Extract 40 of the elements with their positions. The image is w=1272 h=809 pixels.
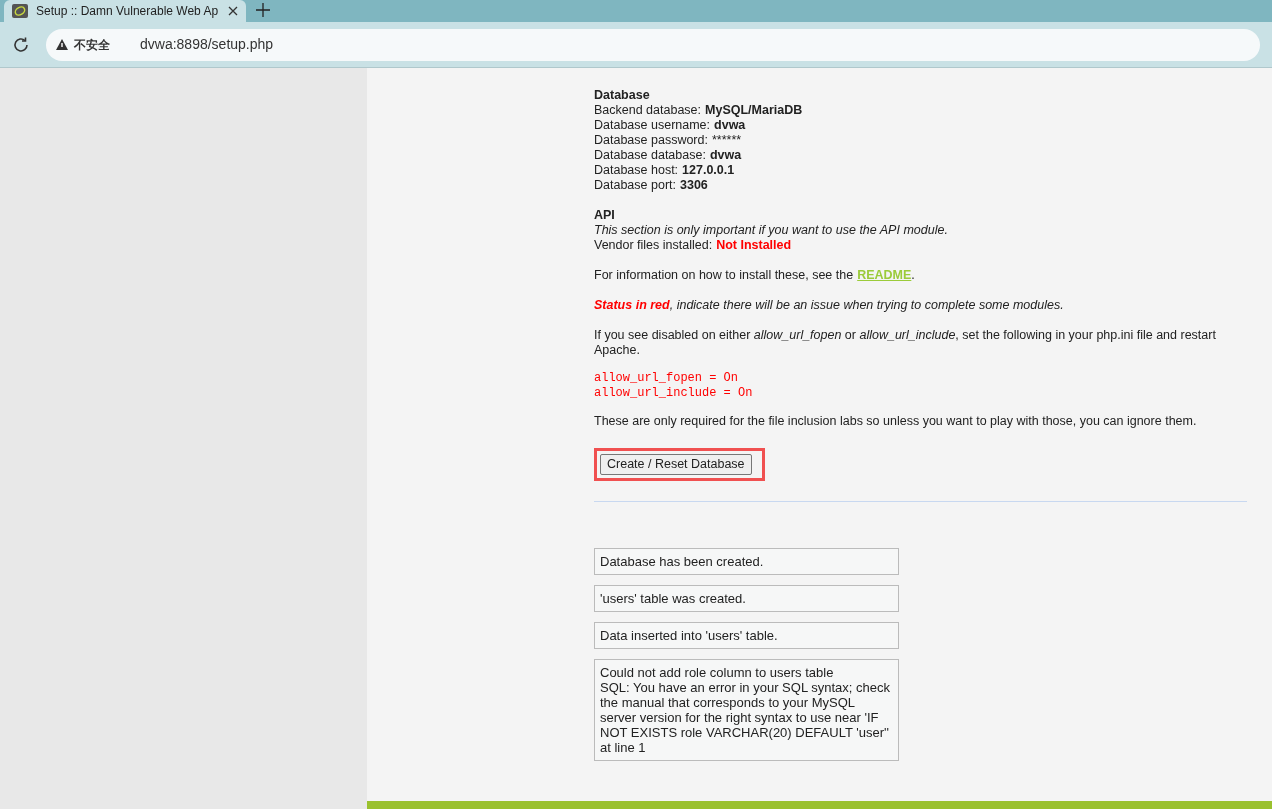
- address-field[interactable]: 不安全 dvwa:8898/setup.php: [46, 28, 1260, 61]
- database-heading: Database: [594, 88, 651, 103]
- security-label: 不安全: [74, 36, 111, 54]
- detail-label: Database host:: [594, 163, 679, 178]
- status-note: , indicate there will be an issue when trying to complete some modules.: [669, 298, 1064, 313]
- detail-label: Database port:: [594, 178, 676, 193]
- api-note: This section is only important if you want to use the API module.: [594, 223, 949, 238]
- browser-tab[interactable]: Setup :: Damn Vulnerable Web Ap: [4, 0, 246, 22]
- config-code: allow_url_fopen = On allow_url_include = On: [594, 371, 754, 401]
- vendor-status: Not Installed: [716, 238, 792, 253]
- detail-value: 3306: [680, 178, 708, 193]
- reload-icon[interactable]: [12, 35, 30, 54]
- detail-value: dvwa: [709, 148, 742, 163]
- detail-value: ******: [711, 133, 742, 148]
- message-text: SQL: You have an error in your SQL syntax; check the manual that corresponds to your MySQL server version for the right syntax to use near 'IF NOT EXISTS role VARCHAR(20) DEFAULT 'user'' at line 1: [600, 680, 891, 755]
- warning-icon: [56, 39, 68, 50]
- readme-text: For information on how to install these, see the: [594, 268, 854, 283]
- detail-label: Database username:: [594, 118, 711, 133]
- detail-label: Backend database:: [594, 103, 702, 118]
- message-text: Data inserted into 'users' table.: [600, 628, 779, 643]
- create-reset-database-button[interactable]: Create / Reset Database: [600, 454, 752, 475]
- vendor-label: Vendor files installed:: [594, 238, 713, 253]
- readme-period: .: [911, 268, 915, 283]
- inclusion-note: These are only required for the file inclusion labs so unless you want to play with those, you can ignore them.: [594, 414, 1198, 429]
- tab-title: Setup :: Damn Vulnerable Web Ap: [36, 3, 220, 20]
- message-text: Database has been created.: [600, 554, 765, 569]
- detail-value: 127.0.0.1: [682, 163, 735, 178]
- api-heading: API: [594, 208, 616, 223]
- message-text: Could not add role column to users table: [600, 665, 835, 680]
- detail-value: dvwa: [714, 118, 746, 133]
- close-icon[interactable]: [228, 6, 238, 16]
- config-instructions: If you see disabled on either allow_url_fopen or allow_url_include, set the following in your php.ini file and restart Apache.: [594, 328, 1217, 358]
- site-logo-icon: [12, 4, 28, 18]
- detail-label: Database database:: [594, 148, 706, 163]
- url-text: dvwa:8898/setup.php: [140, 35, 274, 54]
- status-emphasis: Status in red: [594, 298, 670, 313]
- detail-value: MySQL/MariaDB: [705, 103, 803, 118]
- detail-label: Database password:: [594, 133, 708, 148]
- new-tab-icon[interactable]: [256, 3, 270, 17]
- message-text: 'users' table was created.: [600, 591, 747, 606]
